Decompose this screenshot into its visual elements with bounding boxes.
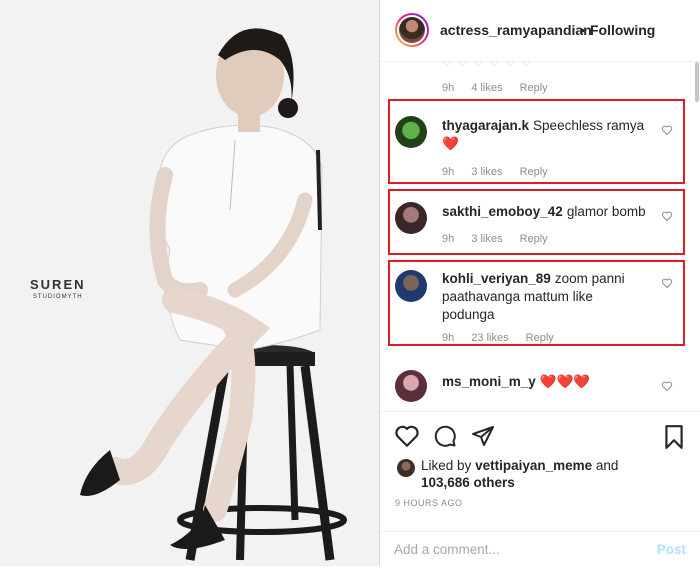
commenter-avatar[interactable] [395,270,427,302]
comment-likes[interactable]: 3 likes [471,166,502,178]
comment-reply-button[interactable]: Reply [526,332,554,344]
cut-off-comment-emojis: ♡♡♡♡♡♡ [442,62,538,69]
comment-reply-button[interactable]: Reply [520,233,548,245]
comment-body: glamor bomb [566,204,646,219]
comment-icon[interactable] [432,424,458,448]
commenter-username[interactable]: ms_moni_m_y [442,374,536,389]
commenter-avatar[interactable] [395,202,427,234]
bookmark-icon[interactable] [662,424,686,450]
photo-watermark: SUREN STUDIOMYTH [30,277,86,300]
comment-like-heart-icon[interactable] [661,124,673,136]
comment-like-heart-icon[interactable] [661,210,673,222]
post-photo[interactable]: SUREN STUDIOMYTH [0,0,379,566]
post-side-panel: actress_ramyapandian • Following ♡♡♡♡♡♡ … [379,0,700,566]
commenter-avatar[interactable] [395,116,427,148]
share-icon[interactable] [470,424,496,448]
comment-meta: 9h 4 likes Reply [442,82,562,94]
liked-by-and: and [595,458,619,473]
comment-likes[interactable]: 3 likes [471,233,502,245]
commenter-avatar[interactable] [395,370,427,402]
commenter-username[interactable]: thyagarajan.k [442,118,529,133]
liked-by-prefix: Liked by [421,458,472,473]
comment-like-heart-icon[interactable] [661,380,673,392]
author-username[interactable]: actress_ramyapandian [440,22,592,38]
commenter-username[interactable]: kohli_veriyan_89 [442,271,551,286]
liked-by-username[interactable]: vettipaiyan_meme [475,458,592,473]
comment-body: ❤️❤️❤️ [539,374,591,389]
highlight-box [388,189,685,255]
comment-text: thyagarajan.k Speechless ramya ❤️ [442,117,652,153]
author-avatar[interactable] [395,13,429,47]
likes-summary: Liked by vettipaiyan_meme and 103,686 ot… [421,457,671,491]
comment-text: ms_moni_m_y ❤️❤️❤️ [442,373,652,391]
watermark-title: SUREN [30,277,86,292]
add-comment-bar: Post [380,531,700,568]
comment-meta: 9h 3 likes Reply [442,233,562,245]
comment-meta: 9h 3 likes Reply [442,166,562,178]
watermark-subtitle: STUDIOMYTH [32,294,83,300]
comments-list[interactable]: ♡♡♡♡♡♡ 9h 4 likes Reply thyagarajan.k Spe… [380,62,700,411]
comment-time: 9h [442,166,455,178]
comment-reply-button[interactable]: Reply [520,82,548,94]
post-actions: Liked by vettipaiyan_meme and 103,686 ot… [380,411,700,567]
post-comment-button[interactable]: Post [657,542,686,557]
comment-time: 9h [442,82,455,94]
following-button[interactable]: Following [590,22,655,38]
comment-time: 9h [442,233,455,245]
comment-text: sakthi_emoboy_42 glamor bomb [442,203,652,221]
comment-likes[interactable]: 23 likes [471,332,508,344]
comment-like-heart-icon[interactable] [661,277,673,289]
comment-time: 9h [442,332,455,344]
commenter-username[interactable]: sakthi_emoboy_42 [442,204,563,219]
comment-text: kohli_veriyan_89 zoom panni paathavanga m… [442,270,642,324]
add-comment-input[interactable] [394,542,614,557]
comment-likes[interactable]: 4 likes [471,82,502,94]
comment-meta: 9h 23 likes Reply [442,332,568,344]
likes-others-count[interactable]: 103,686 others [421,475,515,490]
comments-scrollbar[interactable] [694,62,700,411]
post-header: actress_ramyapandian • Following [380,0,700,62]
liker-avatar[interactable] [397,459,415,477]
heart-icon[interactable] [394,424,420,448]
comment-reply-button[interactable]: Reply [520,166,548,178]
post-timestamp[interactable]: 9 HOURS AGO [395,498,463,508]
header-separator: • [580,22,585,38]
